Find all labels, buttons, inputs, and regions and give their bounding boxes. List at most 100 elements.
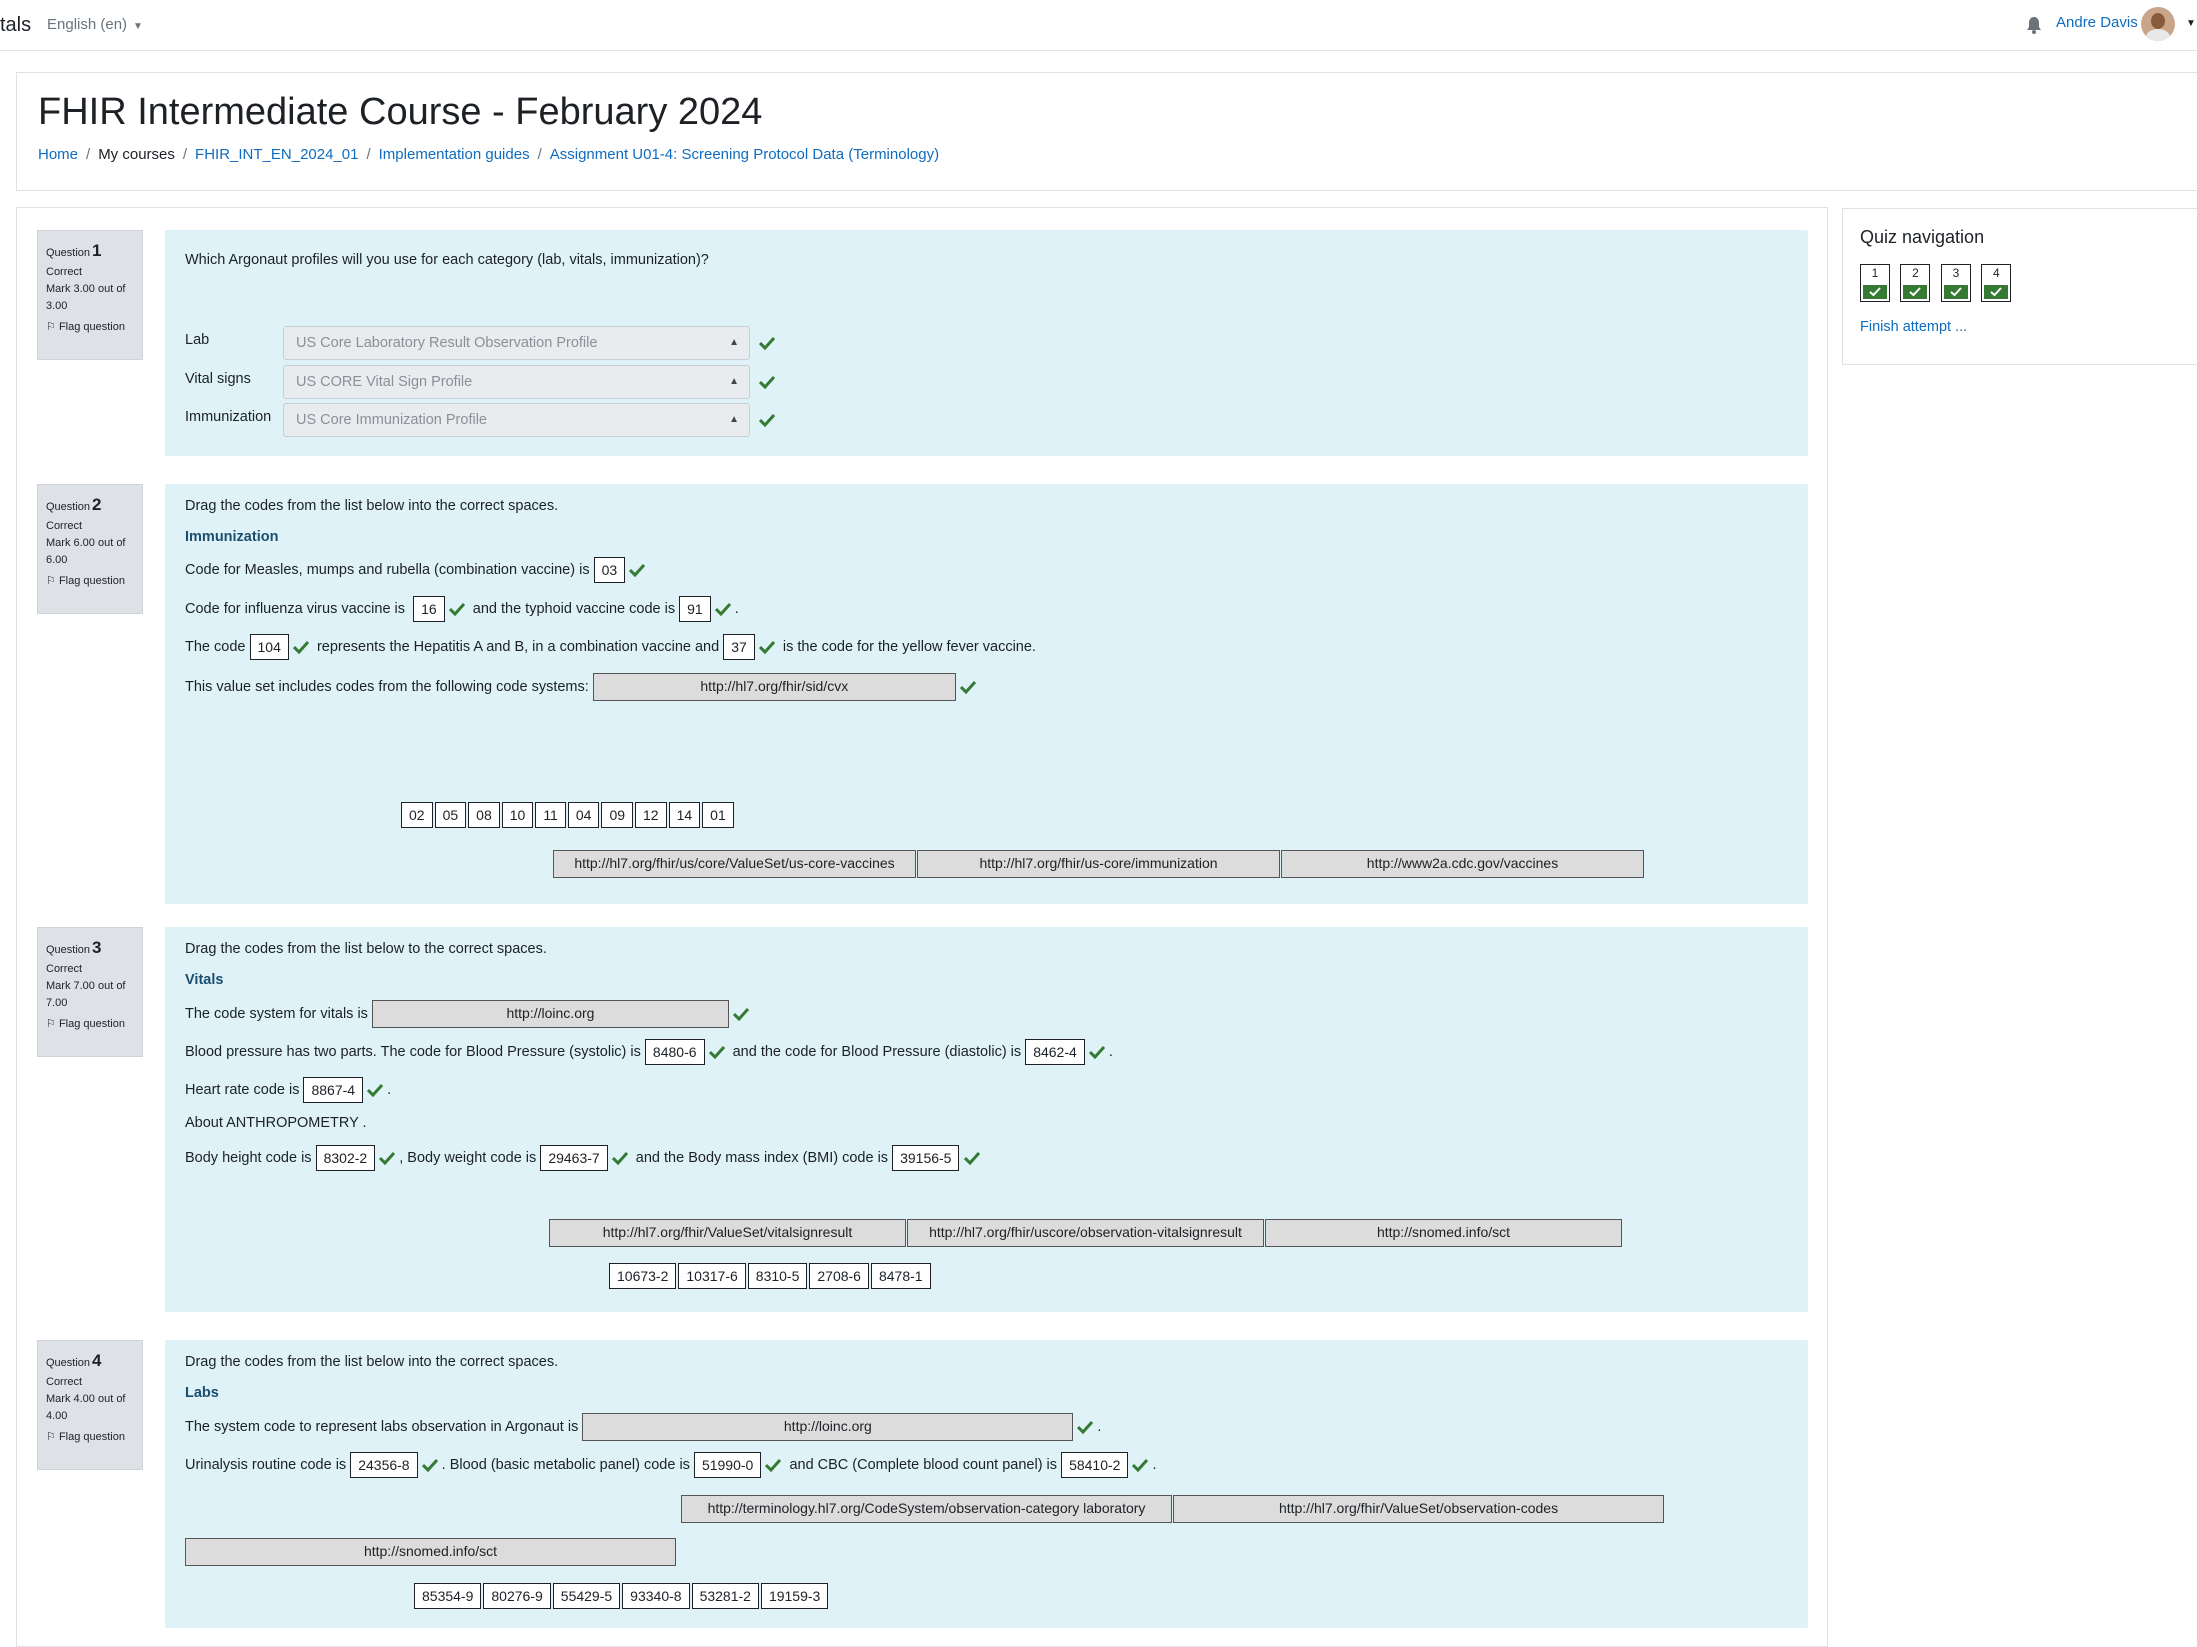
drop-zone-heart-rate[interactable]: 8867-4 (303, 1077, 364, 1103)
drag-choice[interactable]: 05 (434, 802, 467, 828)
breadcrumb-home[interactable]: Home (38, 146, 78, 163)
quiz-review-region: Question 1 Correct Mark 3.00 out of 3.00 … (16, 207, 1828, 1647)
immunization-profile-select[interactable]: US Core Immunization Profile ▲ (283, 403, 750, 437)
chevron-down-icon: ▼ (133, 21, 143, 32)
labs-code-system-line: The system code to represent labs observ… (185, 1413, 1101, 1441)
quiz-nav-button-2[interactable]: 2 (1900, 264, 1931, 302)
correct-check-icon (611, 1151, 628, 1165)
correct-check-icon (421, 1458, 438, 1472)
question-state: Correct (46, 266, 83, 279)
user-name[interactable]: Andre Davis (2056, 14, 2138, 31)
drop-zone-influenza[interactable]: 16 (413, 596, 445, 622)
drag-choice-url[interactable]: http://hl7.org/fhir/uscore/observation-v… (907, 1219, 1264, 1247)
correct-check-icon (765, 1458, 782, 1472)
drop-zone-hepatitis[interactable]: 104 (249, 634, 289, 660)
question-4-content: Drag the codes from the list below into … (165, 1340, 1808, 1628)
drag-choice-url[interactable]: http://snomed.info/sct (1265, 1219, 1622, 1247)
heart-rate-line: Heart rate code is 8867-4 . (185, 1077, 391, 1103)
drag-choice[interactable]: 10 (501, 802, 534, 828)
correct-check-icon (367, 1083, 384, 1097)
vitals-profile-select[interactable]: US CORE Vital Sign Profile ▲ (283, 365, 750, 399)
drag-choice-url[interactable]: http://hl7.org/fhir/ValueSet/observation… (1173, 1495, 1664, 1523)
drop-zone-urinalysis[interactable]: 24356-8 (350, 1452, 418, 1478)
question-number: Question 2 (46, 495, 102, 514)
drag-choice[interactable]: 55429-5 (552, 1583, 621, 1609)
quiz-nav-button-1[interactable]: 1 (1860, 264, 1890, 302)
drop-zone-code-system[interactable]: http://loinc.org (582, 1413, 1074, 1441)
code-choices: 02 05 08 10 11 04 09 12 14 01 (401, 802, 736, 828)
influenza-line: Code for influenza virus vaccine is 16 a… (185, 596, 739, 622)
flag-question-button[interactable]: ⚐ Flag question (46, 573, 134, 590)
correct-check-icon (379, 1151, 396, 1165)
drag-choice-url[interactable]: http://hl7.org/fhir/us/core/ValueSet/us-… (553, 850, 916, 878)
user-menu-chevron-icon[interactable]: ▼ (2186, 18, 2196, 29)
code-system-line: The code system for vitals is http://loi… (185, 1000, 749, 1028)
question-buttons: 1 2 3 4 (1860, 264, 2017, 307)
drag-choice-url[interactable]: http://terminology.hl7.org/CodeSystem/ob… (681, 1495, 1172, 1523)
correct-check-icon (629, 563, 646, 577)
drag-choice[interactable]: 02 (401, 802, 433, 828)
drag-choice-url[interactable]: http://hl7.org/fhir/us-core/immunization (917, 850, 1280, 878)
flag-question-button[interactable]: ⚐ Flag question (46, 1429, 134, 1446)
quiz-navigation-block: Quiz navigation 1 2 3 4 Finish attempt .… (1842, 208, 2197, 365)
drag-choice[interactable]: 12 (635, 802, 667, 828)
drop-zone-code-system[interactable]: http://loinc.org (371, 1000, 729, 1028)
question-1-content: Which Argonaut profiles will you use for… (165, 230, 1808, 456)
drag-choice[interactable]: 80276-9 (483, 1583, 551, 1609)
drag-choice[interactable]: 93340-8 (622, 1583, 690, 1609)
breadcrumb-course[interactable]: FHIR_INT_EN_2024_01 (195, 146, 358, 163)
drag-choice-url[interactable]: http://hl7.org/fhir/ValueSet/vitalsignre… (549, 1219, 906, 1247)
drag-choice[interactable]: 10317-6 (678, 1263, 746, 1289)
drag-choice[interactable]: 8310-5 (747, 1263, 808, 1289)
anthropometry-label: About ANTHROPOMETRY . (185, 1115, 367, 1131)
drop-zone-diastolic[interactable]: 8462-4 (1025, 1039, 1085, 1065)
flag-question-button[interactable]: ⚐ Flag question (46, 1016, 134, 1033)
drag-choice[interactable]: 10673-2 (609, 1263, 677, 1289)
site-name[interactable]: tals (0, 14, 31, 37)
drop-zone-cbc[interactable]: 58410-2 (1061, 1452, 1129, 1478)
language-label: English (en) (47, 16, 128, 33)
drag-choice[interactable]: 08 (468, 802, 500, 828)
breadcrumb-section[interactable]: Implementation guides (379, 146, 530, 163)
drag-choice[interactable]: 04 (567, 802, 600, 828)
correct-check-icon (759, 336, 775, 350)
panels-line: Urinalysis routine code is 24356-8 . Blo… (185, 1452, 1157, 1478)
body-measures-line: Body height code is 8302-2 , Body weight… (185, 1145, 980, 1171)
breadcrumb-assignment[interactable]: Assignment U01-4: Screening Protocol Dat… (550, 146, 939, 163)
drag-choice[interactable]: 14 (668, 802, 701, 828)
drop-zone-body-height[interactable]: 8302-2 (315, 1145, 376, 1171)
drag-choice-url[interactable]: http://snomed.info/sct (185, 1538, 676, 1566)
drop-zone-mmr[interactable]: 03 (593, 557, 626, 583)
drop-zone-yellow-fever[interactable]: 37 (723, 634, 755, 660)
drop-zone-code-system[interactable]: http://hl7.org/fhir/sid/cvx (592, 673, 956, 701)
drop-zone-metabolic[interactable]: 51990-0 (693, 1452, 762, 1478)
drag-choice[interactable]: 19159-3 (760, 1583, 829, 1609)
drag-choice[interactable]: 53281-2 (691, 1583, 759, 1609)
quiz-nav-button-4[interactable]: 4 (1981, 264, 2012, 302)
select-label: Immunization (185, 409, 272, 425)
flag-question-button[interactable]: ⚐ Flag question (46, 319, 134, 336)
drag-choice[interactable]: 2708-6 (809, 1263, 869, 1289)
correct-check-icon (758, 640, 775, 654)
breadcrumb-my-courses: My courses (98, 146, 175, 163)
question-number: Question 1 (46, 241, 102, 260)
question-state: Correct (46, 520, 83, 533)
drop-zone-typhoid[interactable]: 91 (679, 596, 711, 622)
drag-choice[interactable]: 8478-1 (870, 1263, 931, 1289)
drag-choice[interactable]: 11 (535, 802, 566, 828)
bell-icon[interactable] (2026, 16, 2042, 34)
finish-attempt-link[interactable]: Finish attempt ... (1860, 319, 1967, 335)
drag-choice[interactable]: 85354-9 (414, 1583, 482, 1609)
drag-choice[interactable]: 01 (702, 802, 734, 828)
question-text: Which Argonaut profiles will you use for… (185, 252, 709, 268)
drag-choice-url[interactable]: http://www2a.cdc.gov/vaccines (1281, 850, 1644, 878)
lab-profile-select[interactable]: US Core Laboratory Result Observation Pr… (283, 326, 750, 360)
drop-zone-systolic[interactable]: 8480-6 (644, 1039, 705, 1065)
quiz-nav-button-3[interactable]: 3 (1940, 264, 1971, 302)
avatar[interactable] (2141, 7, 2175, 41)
language-menu[interactable]: English (en) ▼ (47, 16, 143, 33)
drag-choice[interactable]: 09 (601, 802, 634, 828)
drop-zone-bmi[interactable]: 39156-5 (892, 1145, 960, 1171)
question-mark: Mark 6.00 out of 6.00 (46, 537, 126, 567)
drop-zone-body-weight[interactable]: 29463-7 (540, 1145, 608, 1171)
